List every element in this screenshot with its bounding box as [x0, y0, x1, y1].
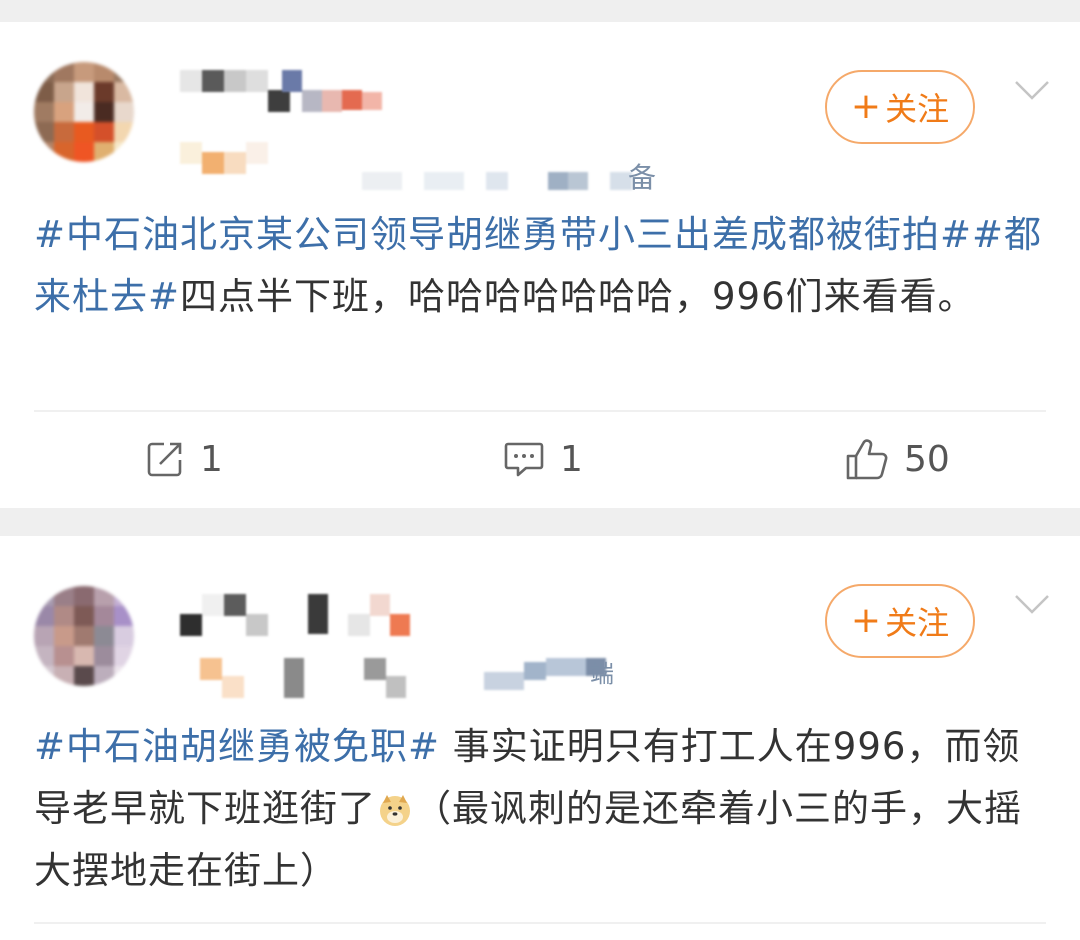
post-body: #中石油北京某公司领导胡继勇带小三出差成都被街拍##都来杜去#四点半下班，哈哈哈… [34, 204, 1044, 328]
chevron-down-icon[interactable] [1012, 76, 1052, 106]
like-button[interactable]: 50 [844, 436, 950, 482]
follow-button-label: 关注 [885, 90, 950, 128]
hashtag-link[interactable]: #中石油北京某公司领导胡继勇带小三出差成都被街拍# [34, 213, 972, 256]
post-card: 端 + 关注 #中石油胡继勇被免职# 事实证明只有打工人在996，而领导老早就下… [0, 536, 1080, 940]
hashtag-link[interactable]: #中石油胡继勇被免职# [34, 725, 440, 768]
post-card: 备 + 关注 #中石油北京某公司领导胡继勇带小三出差成都被街拍##都来杜去#四点… [0, 22, 1080, 508]
weibo-feed: 备 + 关注 #中石油北京某公司领导胡继勇带小三出差成都被街拍##都来杜去#四点… [0, 0, 1080, 940]
chevron-down-icon[interactable] [1012, 590, 1052, 620]
repost-button[interactable]: 1 [144, 438, 223, 480]
meta-redacted [484, 658, 606, 690]
username-badge-redacted [282, 70, 382, 112]
username-redacted[interactable] [180, 594, 410, 636]
post-source-text: 备 [628, 161, 657, 194]
avatar[interactable] [34, 586, 134, 686]
plus-icon: + [850, 86, 882, 127]
plus-icon: + [850, 600, 882, 641]
subtitle-redacted [180, 142, 268, 174]
comment-count: 1 [560, 438, 583, 480]
like-icon [846, 439, 888, 480]
like-count: 50 [904, 438, 950, 480]
repost-icon [147, 442, 182, 477]
follow-button-label: 关注 [885, 604, 950, 642]
comment-button[interactable]: 1 [502, 438, 583, 480]
avatar[interactable] [34, 62, 134, 162]
follow-button[interactable]: + 关注 [825, 584, 975, 658]
post-text: 四点半下班，哈哈哈哈哈哈哈，996们来看看。 [180, 275, 976, 318]
meta-redacted [362, 172, 632, 190]
username-redacted[interactable] [180, 70, 290, 112]
divider [34, 922, 1046, 924]
doge-emoji-icon [380, 795, 410, 826]
follow-button[interactable]: + 关注 [825, 70, 975, 144]
comment-icon [504, 442, 544, 477]
divider [34, 410, 1046, 412]
repost-count: 1 [200, 438, 223, 480]
post-source-text: 端 [590, 660, 614, 688]
subtitle-redacted [200, 658, 406, 698]
post-body: #中石油胡继勇被免职# 事实证明只有打工人在996，而领导老早就下班逛街了 （最讽… [34, 716, 1044, 902]
